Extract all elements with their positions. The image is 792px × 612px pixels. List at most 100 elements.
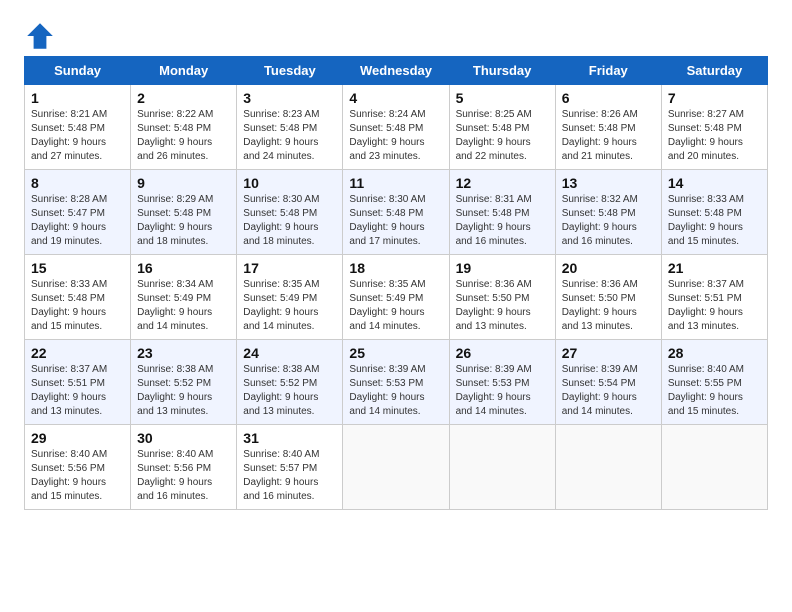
day-info: Sunrise: 8:25 AMSunset: 5:48 PMDaylight:… [456,109,532,162]
day-header-wednesday: Wednesday [343,57,449,85]
calendar-cell: 5 Sunrise: 8:25 AMSunset: 5:48 PMDayligh… [449,85,555,170]
calendar-cell: 28 Sunrise: 8:40 AMSunset: 5:55 PMDaylig… [661,340,767,425]
day-number: 28 [668,345,761,361]
day-header-monday: Monday [131,57,237,85]
calendar-cell: 20 Sunrise: 8:36 AMSunset: 5:50 PMDaylig… [555,255,661,340]
calendar-header-row: SundayMondayTuesdayWednesdayThursdayFrid… [25,57,768,85]
calendar-cell [343,425,449,510]
calendar-cell: 6 Sunrise: 8:26 AMSunset: 5:48 PMDayligh… [555,85,661,170]
day-header-friday: Friday [555,57,661,85]
calendar-cell [449,425,555,510]
day-info: Sunrise: 8:31 AMSunset: 5:48 PMDaylight:… [456,194,532,247]
day-number: 29 [31,430,124,446]
day-info: Sunrise: 8:40 AMSunset: 5:55 PMDaylight:… [668,364,744,417]
calendar-cell: 31 Sunrise: 8:40 AMSunset: 5:57 PMDaylig… [237,425,343,510]
calendar-cell: 25 Sunrise: 8:39 AMSunset: 5:53 PMDaylig… [343,340,449,425]
day-info: Sunrise: 8:36 AMSunset: 5:50 PMDaylight:… [562,279,638,332]
day-info: Sunrise: 8:33 AMSunset: 5:48 PMDaylight:… [668,194,744,247]
calendar-cell: 19 Sunrise: 8:36 AMSunset: 5:50 PMDaylig… [449,255,555,340]
day-number: 26 [456,345,549,361]
calendar-cell: 22 Sunrise: 8:37 AMSunset: 5:51 PMDaylig… [25,340,131,425]
day-info: Sunrise: 8:34 AMSunset: 5:49 PMDaylight:… [137,279,213,332]
calendar-cell: 14 Sunrise: 8:33 AMSunset: 5:48 PMDaylig… [661,170,767,255]
day-header-saturday: Saturday [661,57,767,85]
day-info: Sunrise: 8:38 AMSunset: 5:52 PMDaylight:… [137,364,213,417]
calendar-week-1: 1 Sunrise: 8:21 AMSunset: 5:48 PMDayligh… [25,85,768,170]
day-info: Sunrise: 8:35 AMSunset: 5:49 PMDaylight:… [243,279,319,332]
day-number: 16 [137,260,230,276]
day-number: 15 [31,260,124,276]
calendar-cell: 11 Sunrise: 8:30 AMSunset: 5:48 PMDaylig… [343,170,449,255]
calendar-week-3: 15 Sunrise: 8:33 AMSunset: 5:48 PMDaylig… [25,255,768,340]
day-info: Sunrise: 8:36 AMSunset: 5:50 PMDaylight:… [456,279,532,332]
calendar-table: SundayMondayTuesdayWednesdayThursdayFrid… [24,56,768,510]
calendar-week-4: 22 Sunrise: 8:37 AMSunset: 5:51 PMDaylig… [25,340,768,425]
day-number: 4 [349,90,442,106]
calendar-cell: 21 Sunrise: 8:37 AMSunset: 5:51 PMDaylig… [661,255,767,340]
calendar-cell: 24 Sunrise: 8:38 AMSunset: 5:52 PMDaylig… [237,340,343,425]
day-info: Sunrise: 8:26 AMSunset: 5:48 PMDaylight:… [562,109,638,162]
day-number: 30 [137,430,230,446]
calendar-cell: 23 Sunrise: 8:38 AMSunset: 5:52 PMDaylig… [131,340,237,425]
day-number: 1 [31,90,124,106]
day-info: Sunrise: 8:30 AMSunset: 5:48 PMDaylight:… [243,194,319,247]
day-number: 27 [562,345,655,361]
day-number: 13 [562,175,655,191]
calendar-body: 1 Sunrise: 8:21 AMSunset: 5:48 PMDayligh… [25,85,768,510]
day-header-thursday: Thursday [449,57,555,85]
day-number: 25 [349,345,442,361]
header [24,20,768,52]
day-number: 6 [562,90,655,106]
day-number: 19 [456,260,549,276]
day-header-sunday: Sunday [25,57,131,85]
calendar-cell: 27 Sunrise: 8:39 AMSunset: 5:54 PMDaylig… [555,340,661,425]
day-info: Sunrise: 8:33 AMSunset: 5:48 PMDaylight:… [31,279,107,332]
day-number: 20 [562,260,655,276]
day-info: Sunrise: 8:39 AMSunset: 5:53 PMDaylight:… [456,364,532,417]
day-info: Sunrise: 8:23 AMSunset: 5:48 PMDaylight:… [243,109,319,162]
day-number: 7 [668,90,761,106]
calendar-cell: 26 Sunrise: 8:39 AMSunset: 5:53 PMDaylig… [449,340,555,425]
day-number: 12 [456,175,549,191]
logo [24,20,60,52]
day-number: 17 [243,260,336,276]
calendar-cell: 2 Sunrise: 8:22 AMSunset: 5:48 PMDayligh… [131,85,237,170]
calendar-cell: 1 Sunrise: 8:21 AMSunset: 5:48 PMDayligh… [25,85,131,170]
calendar-cell: 4 Sunrise: 8:24 AMSunset: 5:48 PMDayligh… [343,85,449,170]
calendar-cell: 29 Sunrise: 8:40 AMSunset: 5:56 PMDaylig… [25,425,131,510]
calendar-cell [661,425,767,510]
calendar-cell: 3 Sunrise: 8:23 AMSunset: 5:48 PMDayligh… [237,85,343,170]
day-info: Sunrise: 8:24 AMSunset: 5:48 PMDaylight:… [349,109,425,162]
day-info: Sunrise: 8:40 AMSunset: 5:56 PMDaylight:… [137,449,213,502]
calendar-cell: 12 Sunrise: 8:31 AMSunset: 5:48 PMDaylig… [449,170,555,255]
day-number: 11 [349,175,442,191]
calendar-cell: 7 Sunrise: 8:27 AMSunset: 5:48 PMDayligh… [661,85,767,170]
day-number: 21 [668,260,761,276]
calendar-cell [555,425,661,510]
day-number: 23 [137,345,230,361]
calendar-cell: 15 Sunrise: 8:33 AMSunset: 5:48 PMDaylig… [25,255,131,340]
day-info: Sunrise: 8:37 AMSunset: 5:51 PMDaylight:… [31,364,107,417]
day-number: 18 [349,260,442,276]
day-info: Sunrise: 8:35 AMSunset: 5:49 PMDaylight:… [349,279,425,332]
calendar-week-5: 29 Sunrise: 8:40 AMSunset: 5:56 PMDaylig… [25,425,768,510]
day-info: Sunrise: 8:40 AMSunset: 5:56 PMDaylight:… [31,449,107,502]
day-number: 10 [243,175,336,191]
day-info: Sunrise: 8:40 AMSunset: 5:57 PMDaylight:… [243,449,319,502]
day-info: Sunrise: 8:30 AMSunset: 5:48 PMDaylight:… [349,194,425,247]
day-info: Sunrise: 8:39 AMSunset: 5:53 PMDaylight:… [349,364,425,417]
day-number: 8 [31,175,124,191]
calendar-cell: 10 Sunrise: 8:30 AMSunset: 5:48 PMDaylig… [237,170,343,255]
day-number: 9 [137,175,230,191]
calendar-cell: 30 Sunrise: 8:40 AMSunset: 5:56 PMDaylig… [131,425,237,510]
day-info: Sunrise: 8:27 AMSunset: 5:48 PMDaylight:… [668,109,744,162]
day-number: 14 [668,175,761,191]
day-info: Sunrise: 8:29 AMSunset: 5:48 PMDaylight:… [137,194,213,247]
day-info: Sunrise: 8:37 AMSunset: 5:51 PMDaylight:… [668,279,744,332]
day-number: 3 [243,90,336,106]
day-number: 5 [456,90,549,106]
day-info: Sunrise: 8:22 AMSunset: 5:48 PMDaylight:… [137,109,213,162]
calendar-cell: 18 Sunrise: 8:35 AMSunset: 5:49 PMDaylig… [343,255,449,340]
day-info: Sunrise: 8:38 AMSunset: 5:52 PMDaylight:… [243,364,319,417]
day-header-tuesday: Tuesday [237,57,343,85]
